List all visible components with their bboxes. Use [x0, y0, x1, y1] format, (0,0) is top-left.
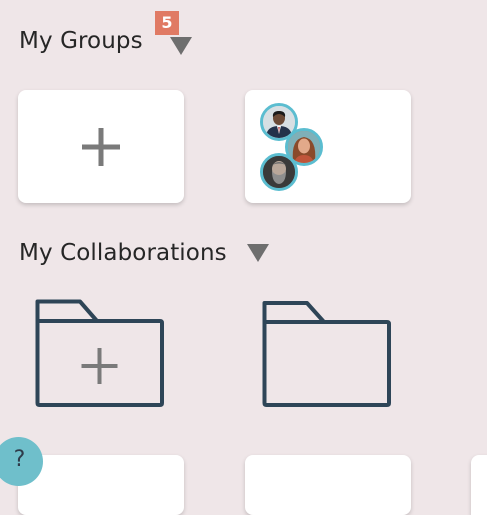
groups-caret-down-icon[interactable]	[170, 37, 192, 55]
my-groups-title: My Groups	[19, 28, 143, 54]
group-card[interactable]	[245, 90, 411, 203]
add-group-card[interactable]	[18, 90, 184, 203]
plus-icon	[82, 127, 120, 166]
bearded-man-avatar	[260, 153, 298, 191]
bottom-card-1[interactable]	[18, 455, 184, 515]
folder-icon[interactable]	[260, 299, 394, 411]
bottom-card-3[interactable]	[471, 455, 487, 515]
my-collaborations-title: My Collaborations	[19, 240, 227, 266]
folder-plus-icon[interactable]	[33, 297, 167, 409]
bottom-card-2[interactable]	[245, 455, 411, 515]
groups-count-badge: 5	[155, 11, 179, 35]
collaborations-caret-down-icon[interactable]	[247, 244, 269, 262]
